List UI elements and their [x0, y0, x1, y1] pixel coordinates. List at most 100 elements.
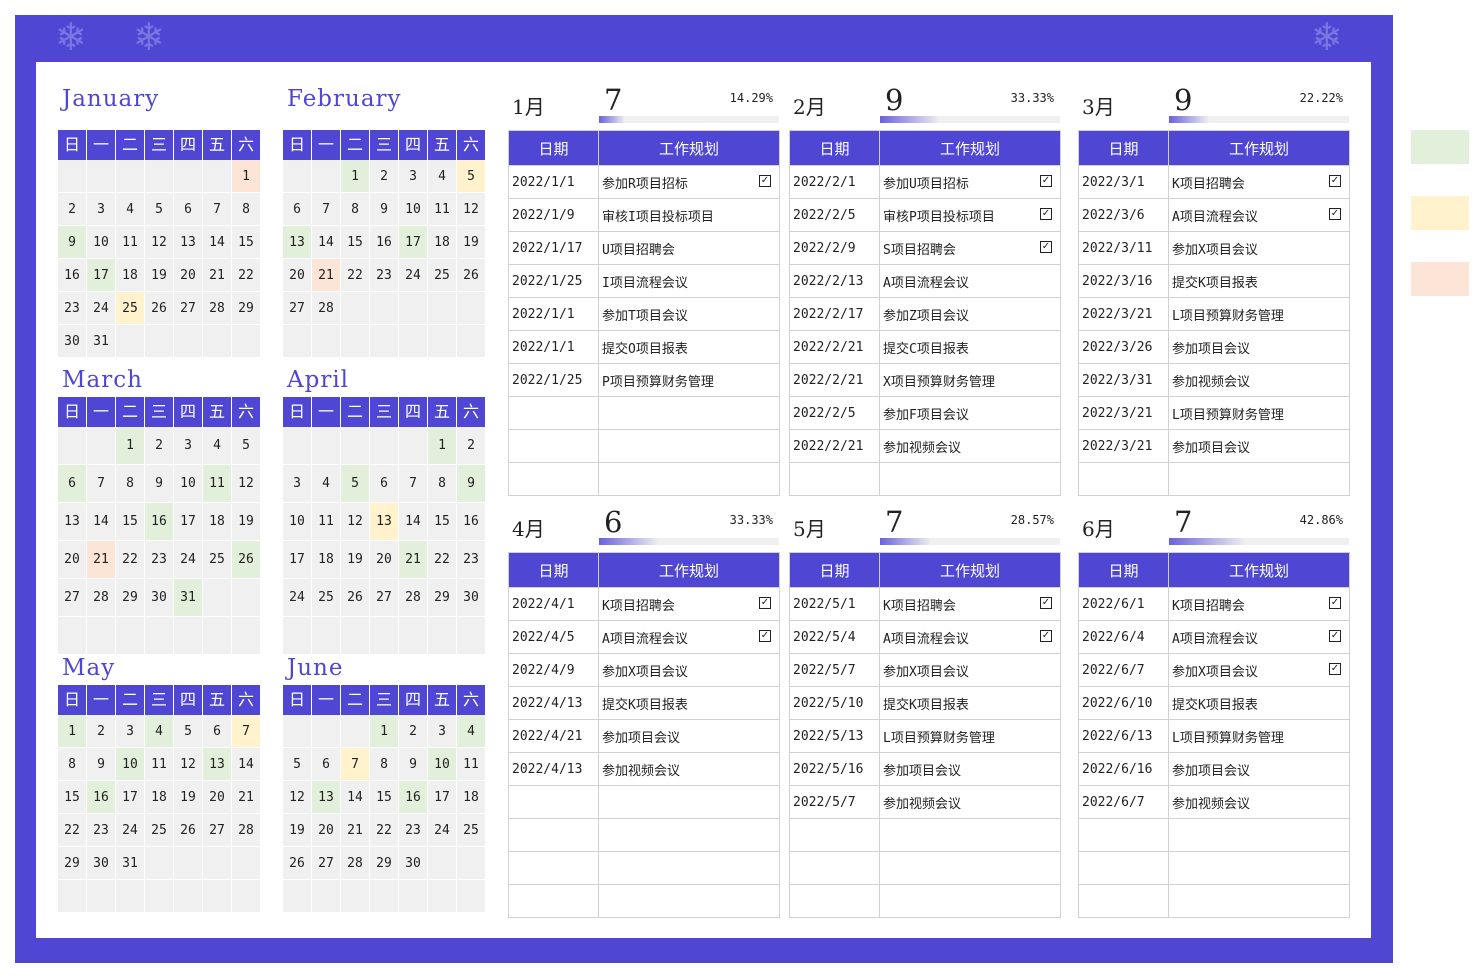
- day-cell[interactable]: 8: [232, 193, 261, 226]
- day-cell[interactable]: 27: [312, 847, 341, 880]
- day-cell[interactable]: 21: [341, 814, 370, 847]
- day-cell[interactable]: 11: [457, 748, 486, 781]
- plan-row[interactable]: 2022/3/26 参加项目会议: [1078, 330, 1350, 364]
- day-cell[interactable]: 26: [457, 259, 486, 292]
- plan-row[interactable]: [789, 818, 1061, 852]
- day-cell[interactable]: 22: [58, 814, 87, 847]
- day-cell[interactable]: 16: [457, 503, 486, 541]
- day-cell[interactable]: 17: [428, 781, 457, 814]
- plan-row[interactable]: 2022/3/21 L项目预算财务管理: [1078, 396, 1350, 430]
- plan-row[interactable]: [508, 818, 780, 852]
- plan-row[interactable]: 2022/3/1 K项目招聘会 ✓: [1078, 165, 1350, 199]
- checkbox-checked-icon[interactable]: ✓: [1040, 175, 1052, 187]
- plan-row[interactable]: 2022/3/31 参加视频会议: [1078, 363, 1350, 397]
- day-cell[interactable]: 11: [203, 465, 232, 503]
- plan-row[interactable]: 2022/4/13 参加视频会议: [508, 752, 780, 786]
- day-cell[interactable]: 14: [87, 503, 116, 541]
- day-cell[interactable]: 9: [58, 226, 87, 259]
- day-cell[interactable]: 21: [232, 781, 261, 814]
- day-cell[interactable]: 12: [174, 748, 203, 781]
- plan-row[interactable]: [789, 884, 1061, 918]
- day-cell[interactable]: 24: [87, 292, 116, 325]
- day-cell[interactable]: 18: [428, 226, 457, 259]
- plan-row[interactable]: 2022/1/25 P项目预算财务管理: [508, 363, 780, 397]
- day-cell[interactable]: 27: [174, 292, 203, 325]
- plan-row[interactable]: 2022/5/1 K项目招聘会 ✓: [789, 587, 1061, 621]
- plan-row[interactable]: 2022/1/1 参加R项目招标 ✓: [508, 165, 780, 199]
- day-cell[interactable]: 18: [457, 781, 486, 814]
- plan-row[interactable]: 2022/6/7 参加视频会议: [1078, 785, 1350, 819]
- day-cell[interactable]: 16: [87, 781, 116, 814]
- checkbox-checked-icon[interactable]: ✓: [1040, 597, 1052, 609]
- day-cell[interactable]: 27: [58, 579, 87, 617]
- day-cell[interactable]: 5: [283, 748, 312, 781]
- day-cell[interactable]: 10: [87, 226, 116, 259]
- day-cell[interactable]: 24: [174, 541, 203, 579]
- plan-row[interactable]: [1078, 884, 1350, 918]
- day-cell[interactable]: 17: [283, 541, 312, 579]
- day-cell[interactable]: 16: [145, 503, 174, 541]
- plan-row[interactable]: 2022/6/4 A项目流程会议 ✓: [1078, 620, 1350, 654]
- day-cell[interactable]: 23: [370, 259, 399, 292]
- day-cell[interactable]: 12: [232, 465, 261, 503]
- day-cell[interactable]: 19: [232, 503, 261, 541]
- day-cell[interactable]: 13: [312, 781, 341, 814]
- day-cell[interactable]: 20: [58, 541, 87, 579]
- checkbox-checked-icon[interactable]: ✓: [1040, 208, 1052, 220]
- day-cell[interactable]: 15: [58, 781, 87, 814]
- day-cell[interactable]: 8: [116, 465, 145, 503]
- day-cell[interactable]: 8: [58, 748, 87, 781]
- day-cell[interactable]: 15: [116, 503, 145, 541]
- day-cell[interactable]: 30: [58, 325, 87, 358]
- day-cell[interactable]: 22: [428, 541, 457, 579]
- day-cell[interactable]: 9: [87, 748, 116, 781]
- day-cell[interactable]: 5: [457, 160, 486, 193]
- plan-row[interactable]: 2022/5/7 参加X项目会议: [789, 653, 1061, 687]
- plan-row[interactable]: 2022/1/17 U项目招聘会: [508, 231, 780, 265]
- day-cell[interactable]: 29: [58, 847, 87, 880]
- day-cell[interactable]: 10: [428, 748, 457, 781]
- day-cell[interactable]: 12: [145, 226, 174, 259]
- day-cell[interactable]: 28: [87, 579, 116, 617]
- day-cell[interactable]: 9: [145, 465, 174, 503]
- day-cell[interactable]: 9: [457, 465, 486, 503]
- day-cell[interactable]: 31: [116, 847, 145, 880]
- day-cell[interactable]: 30: [87, 847, 116, 880]
- plan-row[interactable]: 2022/3/16 提交K项目报表: [1078, 264, 1350, 298]
- plan-row[interactable]: 2022/1/1 提交O项目报表: [508, 330, 780, 364]
- plan-row[interactable]: 2022/1/25 I项目流程会议: [508, 264, 780, 298]
- plan-row[interactable]: [1078, 462, 1350, 496]
- day-cell[interactable]: 19: [341, 541, 370, 579]
- day-cell[interactable]: 1: [341, 160, 370, 193]
- day-cell[interactable]: 22: [341, 259, 370, 292]
- day-cell[interactable]: 7: [87, 465, 116, 503]
- day-cell[interactable]: 14: [341, 781, 370, 814]
- plan-row[interactable]: [789, 851, 1061, 885]
- day-cell[interactable]: 19: [145, 259, 174, 292]
- day-cell[interactable]: 21: [203, 259, 232, 292]
- day-cell[interactable]: 26: [174, 814, 203, 847]
- plan-row[interactable]: 2022/6/16 参加项目会议: [1078, 752, 1350, 786]
- day-cell[interactable]: 18: [203, 503, 232, 541]
- plan-row[interactable]: 2022/3/21 参加项目会议: [1078, 429, 1350, 463]
- day-cell[interactable]: 15: [341, 226, 370, 259]
- day-cell[interactable]: 13: [174, 226, 203, 259]
- day-cell[interactable]: 27: [203, 814, 232, 847]
- day-cell[interactable]: 17: [87, 259, 116, 292]
- plan-row[interactable]: 2022/2/21 参加视频会议: [789, 429, 1061, 463]
- day-cell[interactable]: 4: [457, 715, 486, 748]
- day-cell[interactable]: 8: [428, 465, 457, 503]
- day-cell[interactable]: 2: [399, 715, 428, 748]
- day-cell[interactable]: 21: [399, 541, 428, 579]
- day-cell[interactable]: 14: [232, 748, 261, 781]
- day-cell[interactable]: 25: [428, 259, 457, 292]
- checkbox-checked-icon[interactable]: ✓: [1329, 630, 1341, 642]
- day-cell[interactable]: 4: [428, 160, 457, 193]
- day-cell[interactable]: 26: [232, 541, 261, 579]
- day-cell[interactable]: 7: [312, 193, 341, 226]
- day-cell[interactable]: 3: [87, 193, 116, 226]
- day-cell[interactable]: 24: [399, 259, 428, 292]
- day-cell[interactable]: 18: [116, 259, 145, 292]
- day-cell[interactable]: 10: [116, 748, 145, 781]
- day-cell[interactable]: 27: [283, 292, 312, 325]
